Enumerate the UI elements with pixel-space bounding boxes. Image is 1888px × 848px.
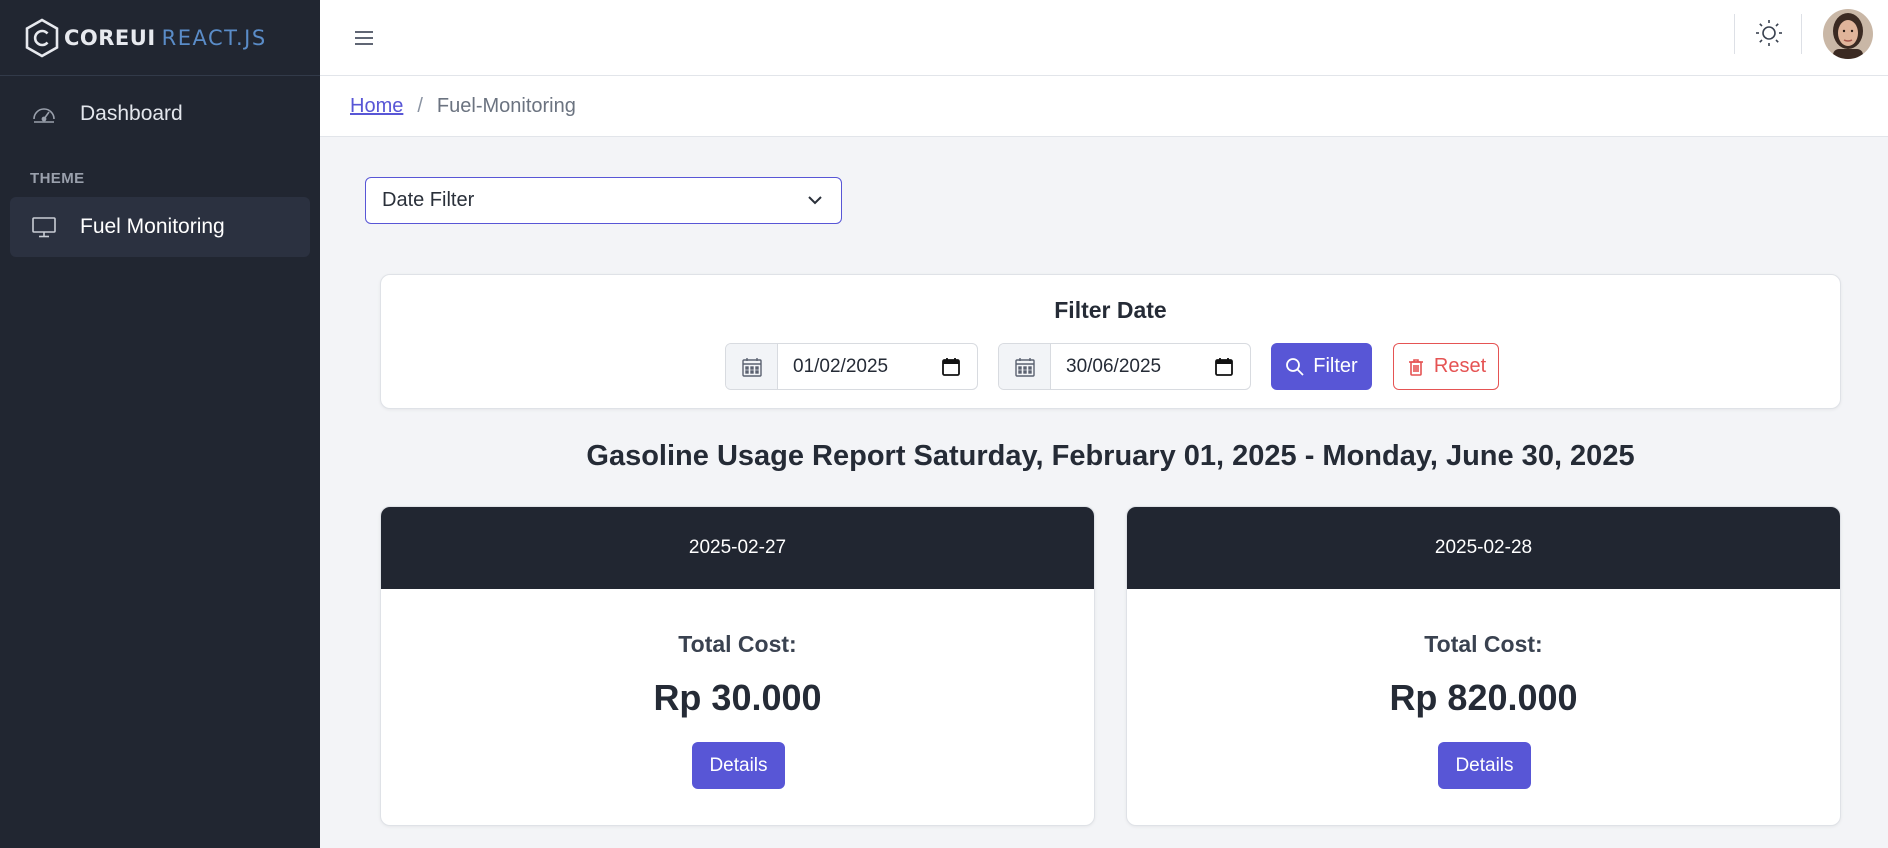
details-button[interactable]: Details	[1438, 742, 1531, 789]
breadcrumb-home-link[interactable]: Home	[350, 95, 403, 118]
coreui-logo-icon	[25, 18, 59, 57]
reset-button-label: Reset	[1433, 355, 1487, 377]
filter-button[interactable]: Filter	[1271, 343, 1372, 390]
user-avatar[interactable]	[1823, 9, 1873, 59]
sidebar-item-label: Fuel Monitoring	[80, 215, 225, 238]
total-cost-label: Total Cost:	[678, 631, 797, 657]
header-divider	[1801, 14, 1802, 54]
start-date-input[interactable]: 01/02/2025	[778, 344, 977, 389]
reset-button[interactable]: Reset	[1393, 343, 1499, 390]
date-picker-icon[interactable]	[941, 357, 961, 377]
filter-date-card: Filter Date 01/02/2025 30/06/2025 Filter…	[380, 274, 1841, 409]
date-filter-select[interactable]: Date Filter	[365, 177, 842, 224]
brand-name: COREUI	[64, 25, 156, 50]
search-icon	[1286, 357, 1304, 376]
sidebar-nav: Dashboard THEME Fuel Monitoring	[0, 76, 320, 265]
theme-toggle-button[interactable]	[1753, 17, 1785, 49]
header-divider	[1734, 14, 1735, 54]
start-date-value: 01/02/2025	[793, 355, 889, 377]
calendar-icon	[726, 344, 778, 389]
sidebar-item-dashboard[interactable]: Dashboard	[10, 84, 310, 144]
chevron-down-icon	[808, 196, 822, 205]
breadcrumb-separator: /	[417, 94, 423, 117]
day-card-header: 2025-02-28	[1127, 507, 1840, 589]
sidebar-toggle-button[interactable]	[348, 22, 380, 54]
day-card-date: 2025-02-28	[1434, 537, 1533, 558]
breadcrumb-current: Fuel-Monitoring	[436, 94, 576, 117]
details-button[interactable]: Details	[692, 742, 785, 789]
day-cost-card: 2025-02-27 Total Cost: Rp 30.000 Details	[380, 506, 1095, 826]
sun-icon	[1756, 20, 1782, 46]
hamburger-icon	[355, 31, 373, 45]
total-cost-label: Total Cost:	[1424, 631, 1543, 657]
end-date-group: 30/06/2025	[998, 343, 1251, 390]
sidebar: COREUI REACT.JS Dashboard THEME Fuel Mon…	[0, 0, 320, 848]
day-card-header: 2025-02-27	[381, 507, 1094, 589]
total-cost-value: Rp 30.000	[653, 677, 822, 718]
day-cost-card: 2025-02-28 Total Cost: Rp 820.000 Detail…	[1126, 506, 1841, 826]
filter-card-title: Filter Date	[1054, 297, 1167, 323]
top-header	[320, 0, 1888, 76]
brand[interactable]: COREUI REACT.JS	[0, 0, 320, 76]
speedometer-icon	[30, 100, 58, 128]
monitor-icon	[30, 213, 58, 241]
filter-button-label: Filter	[1313, 355, 1358, 377]
breadcrumb: Home / Fuel-Monitoring	[320, 76, 1888, 137]
end-date-input[interactable]: 30/06/2025	[1051, 344, 1250, 389]
date-picker-icon[interactable]	[1214, 357, 1234, 377]
sidebar-item-label: Dashboard	[80, 102, 183, 125]
sidebar-item-fuel-monitoring[interactable]: Fuel Monitoring	[10, 197, 310, 257]
total-cost-value: Rp 820.000	[1389, 677, 1578, 718]
report-title: Gasoline Usage Report Saturday, February…	[586, 440, 1635, 472]
date-filter-selected: Date Filter	[382, 189, 475, 211]
trash-icon	[1408, 358, 1423, 376]
calendar-icon	[999, 344, 1051, 389]
sidebar-section-title: THEME	[30, 170, 85, 187]
brand-subname: REACT.JS	[161, 25, 267, 50]
end-date-value: 30/06/2025	[1066, 355, 1162, 377]
start-date-group: 01/02/2025	[725, 343, 978, 390]
day-card-date: 2025-02-27	[688, 537, 787, 558]
